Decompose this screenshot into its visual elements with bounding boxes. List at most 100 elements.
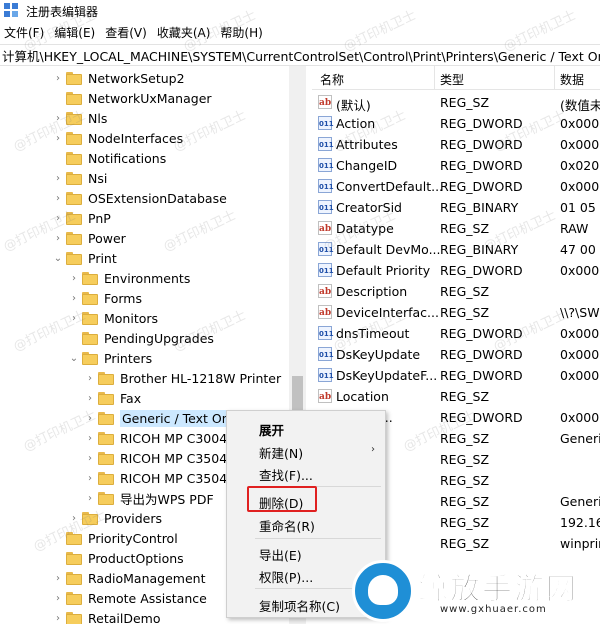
window-title: 注册表编辑器: [26, 4, 99, 19]
menu-favorites[interactable]: 收藏夹(A): [153, 24, 217, 41]
tree-item-nsi[interactable]: › Nsi: [52, 168, 107, 188]
tree-item-wps-pdf[interactable]: › 导出为WPS PDF: [84, 488, 214, 508]
expand-arrow-icon[interactable]: ›: [52, 188, 64, 208]
value-type: REG_BINARY: [440, 242, 519, 257]
expand-arrow-icon[interactable]: ›: [52, 568, 64, 588]
tree-item-nodeinterfaces[interactable]: › NodeInterfaces: [52, 128, 183, 148]
value-row[interactable]: 011Action REG_DWORD 0x0000: [312, 113, 600, 134]
tree-item-notifications[interactable]: Notifications: [52, 148, 166, 168]
value-row[interactable]: 011Default DevMo...REG_BINARY 47 00 6: [312, 239, 600, 260]
tree-item-productoptions[interactable]: ProductOptions: [52, 548, 184, 568]
menu-divider: [255, 538, 381, 539]
expand-arrow-icon[interactable]: [68, 328, 80, 348]
tree-item-generic-text-only[interactable]: › Generic / Text Onl: [84, 408, 236, 428]
expand-arrow-icon[interactable]: ›: [68, 288, 80, 308]
value-row[interactable]: ab Datatype REG_SZ RAW: [312, 218, 600, 239]
expand-arrow-icon[interactable]: ›: [52, 68, 64, 88]
expand-arrow-icon[interactable]: ›: [84, 388, 96, 408]
address-bar[interactable]: 计算机\HKEY_LOCAL_MACHINE\SYSTEM\CurrentCon…: [0, 44, 600, 66]
tree-item-printers[interactable]: ⌄ Printers: [68, 348, 152, 368]
value-row[interactable]: 011Default Priority REG_DWORD 0x0000: [312, 260, 600, 281]
menu-help[interactable]: 帮助(H): [216, 24, 268, 41]
tree-item-networkuxmanager[interactable]: NetworkUxManager: [52, 88, 212, 108]
expand-arrow-icon[interactable]: ›: [84, 428, 96, 448]
expand-arrow-icon[interactable]: ›: [68, 268, 80, 288]
tree-item-remote-assistance[interactable]: › Remote Assistance: [52, 588, 207, 608]
tree-item-pendingupgrades[interactable]: PendingUpgrades: [68, 328, 214, 348]
menu-find[interactable]: 查找(F)...: [259, 465, 313, 484]
value-type: REG_SZ: [440, 389, 490, 404]
expand-arrow-icon[interactable]: ›: [68, 308, 80, 328]
expand-arrow-icon[interactable]: ›: [52, 168, 64, 188]
collapse-arrow-icon[interactable]: ⌄: [68, 348, 80, 368]
tree-item-osextensiondatabase[interactable]: › OSExtensionDatabase: [52, 188, 227, 208]
tree-item-ricoh-c3004[interactable]: › RICOH MP C3004: [84, 428, 227, 448]
binary-value-icon: 011: [318, 368, 334, 382]
tree-item-fax[interactable]: › Fax: [84, 388, 141, 408]
menu-permissions[interactable]: 权限(P)...: [259, 567, 313, 586]
tree-item-networksetup2[interactable]: › NetworkSetup2: [52, 68, 185, 88]
expand-arrow-icon[interactable]: [52, 148, 64, 168]
menu-expand[interactable]: 展开: [259, 420, 284, 439]
expand-arrow-icon[interactable]: ›: [52, 108, 64, 128]
value-row[interactable]: ab Description REG_SZ: [312, 281, 600, 302]
tree-item-power[interactable]: › Power: [52, 228, 126, 248]
expand-arrow-icon[interactable]: ›: [68, 508, 80, 528]
value-name: ChangeID: [336, 158, 398, 173]
expand-arrow-icon[interactable]: ›: [84, 368, 96, 388]
value-row[interactable]: 011CreatorSid REG_BINARY 01 05 0: [312, 197, 600, 218]
value-row[interactable]: 011ChangeID REG_DWORD 0x0209: [312, 155, 600, 176]
menu-delete[interactable]: 删除(D): [259, 493, 303, 512]
tree-item-forms[interactable]: › Forms: [68, 288, 142, 308]
expand-arrow-icon[interactable]: ›: [84, 488, 96, 508]
value-row[interactable]: 011Attributes REG_DWORD 0x0000: [312, 134, 600, 155]
value-row[interactable]: 011DsKeyUpdateF...REG_DWORD 0x0000: [312, 365, 600, 386]
expand-arrow-icon[interactable]: [52, 528, 64, 548]
tree-item-pnp[interactable]: › PnP: [52, 208, 111, 228]
folder-icon: [66, 231, 82, 245]
menu-rename[interactable]: 重命名(R): [259, 516, 315, 535]
menu-edit[interactable]: 编辑(E): [50, 24, 101, 41]
expand-arrow-icon[interactable]: ›: [52, 128, 64, 148]
tree-item-print[interactable]: ⌄ Print: [52, 248, 117, 268]
value-row[interactable]: 011DsKeyUpdate REG_DWORD 0x0000: [312, 344, 600, 365]
tree-item-nls[interactable]: › Nls: [52, 108, 107, 128]
column-type-header[interactable]: 类型: [440, 71, 464, 88]
column-divider[interactable]: [554, 66, 555, 90]
expand-arrow-icon[interactable]: ›: [52, 208, 64, 228]
folder-icon: [98, 371, 114, 385]
value-row[interactable]: ab Location REG_SZ: [312, 386, 600, 407]
expand-arrow-icon[interactable]: ›: [84, 448, 96, 468]
expand-arrow-icon[interactable]: [52, 548, 64, 568]
column-divider[interactable]: [434, 66, 435, 90]
menu-file[interactable]: 文件(F): [0, 24, 50, 41]
expand-arrow-icon[interactable]: ›: [52, 608, 64, 624]
tree-item-environments[interactable]: › Environments: [68, 268, 190, 288]
tree-item-retaildemo[interactable]: › RetailDemo: [52, 608, 160, 624]
expand-arrow-icon[interactable]: ›: [84, 408, 96, 428]
binary-value-icon: 011: [318, 347, 334, 361]
tree-item-prioritycontrol[interactable]: PriorityControl: [52, 528, 178, 548]
collapse-arrow-icon[interactable]: ⌄: [52, 248, 64, 268]
expand-arrow-icon[interactable]: [52, 88, 64, 108]
value-row[interactable]: ab (默认) REG_SZ (数值未: [312, 92, 600, 113]
column-data-header[interactable]: 数据: [560, 71, 584, 88]
value-row[interactable]: 011dnsTimeout REG_DWORD 0x0000: [312, 323, 600, 344]
tree-item-providers[interactable]: › Providers: [68, 508, 162, 528]
tree-item-ricoh-c3504-2[interactable]: › RICOH MP C3504: [84, 468, 227, 488]
expand-arrow-icon[interactable]: ›: [52, 588, 64, 608]
value-row[interactable]: ab DeviceInterfac... REG_SZ \\?\SW: [312, 302, 600, 323]
expand-arrow-icon[interactable]: ›: [52, 228, 64, 248]
tree-item-brother-printer[interactable]: › Brother HL-1218W Printer: [84, 368, 281, 388]
menu-view[interactable]: 查看(V): [101, 24, 153, 41]
expand-arrow-icon[interactable]: ›: [84, 468, 96, 488]
value-row[interactable]: 011ConvertDefault...REG_DWORD 0x0000: [312, 176, 600, 197]
menu-copy-key-name[interactable]: 复制项名称(C): [259, 596, 340, 615]
menu-new[interactable]: 新建(N): [259, 443, 303, 462]
menu-export[interactable]: 导出(E): [259, 545, 302, 564]
column-name-header[interactable]: 名称: [320, 71, 344, 88]
tree-item-monitors[interactable]: › Monitors: [68, 308, 158, 328]
folder-icon: [66, 571, 82, 585]
tree-item-radiomanagement[interactable]: › RadioManagement: [52, 568, 205, 588]
tree-item-ricoh-c3504[interactable]: › RICOH MP C3504: [84, 448, 227, 468]
